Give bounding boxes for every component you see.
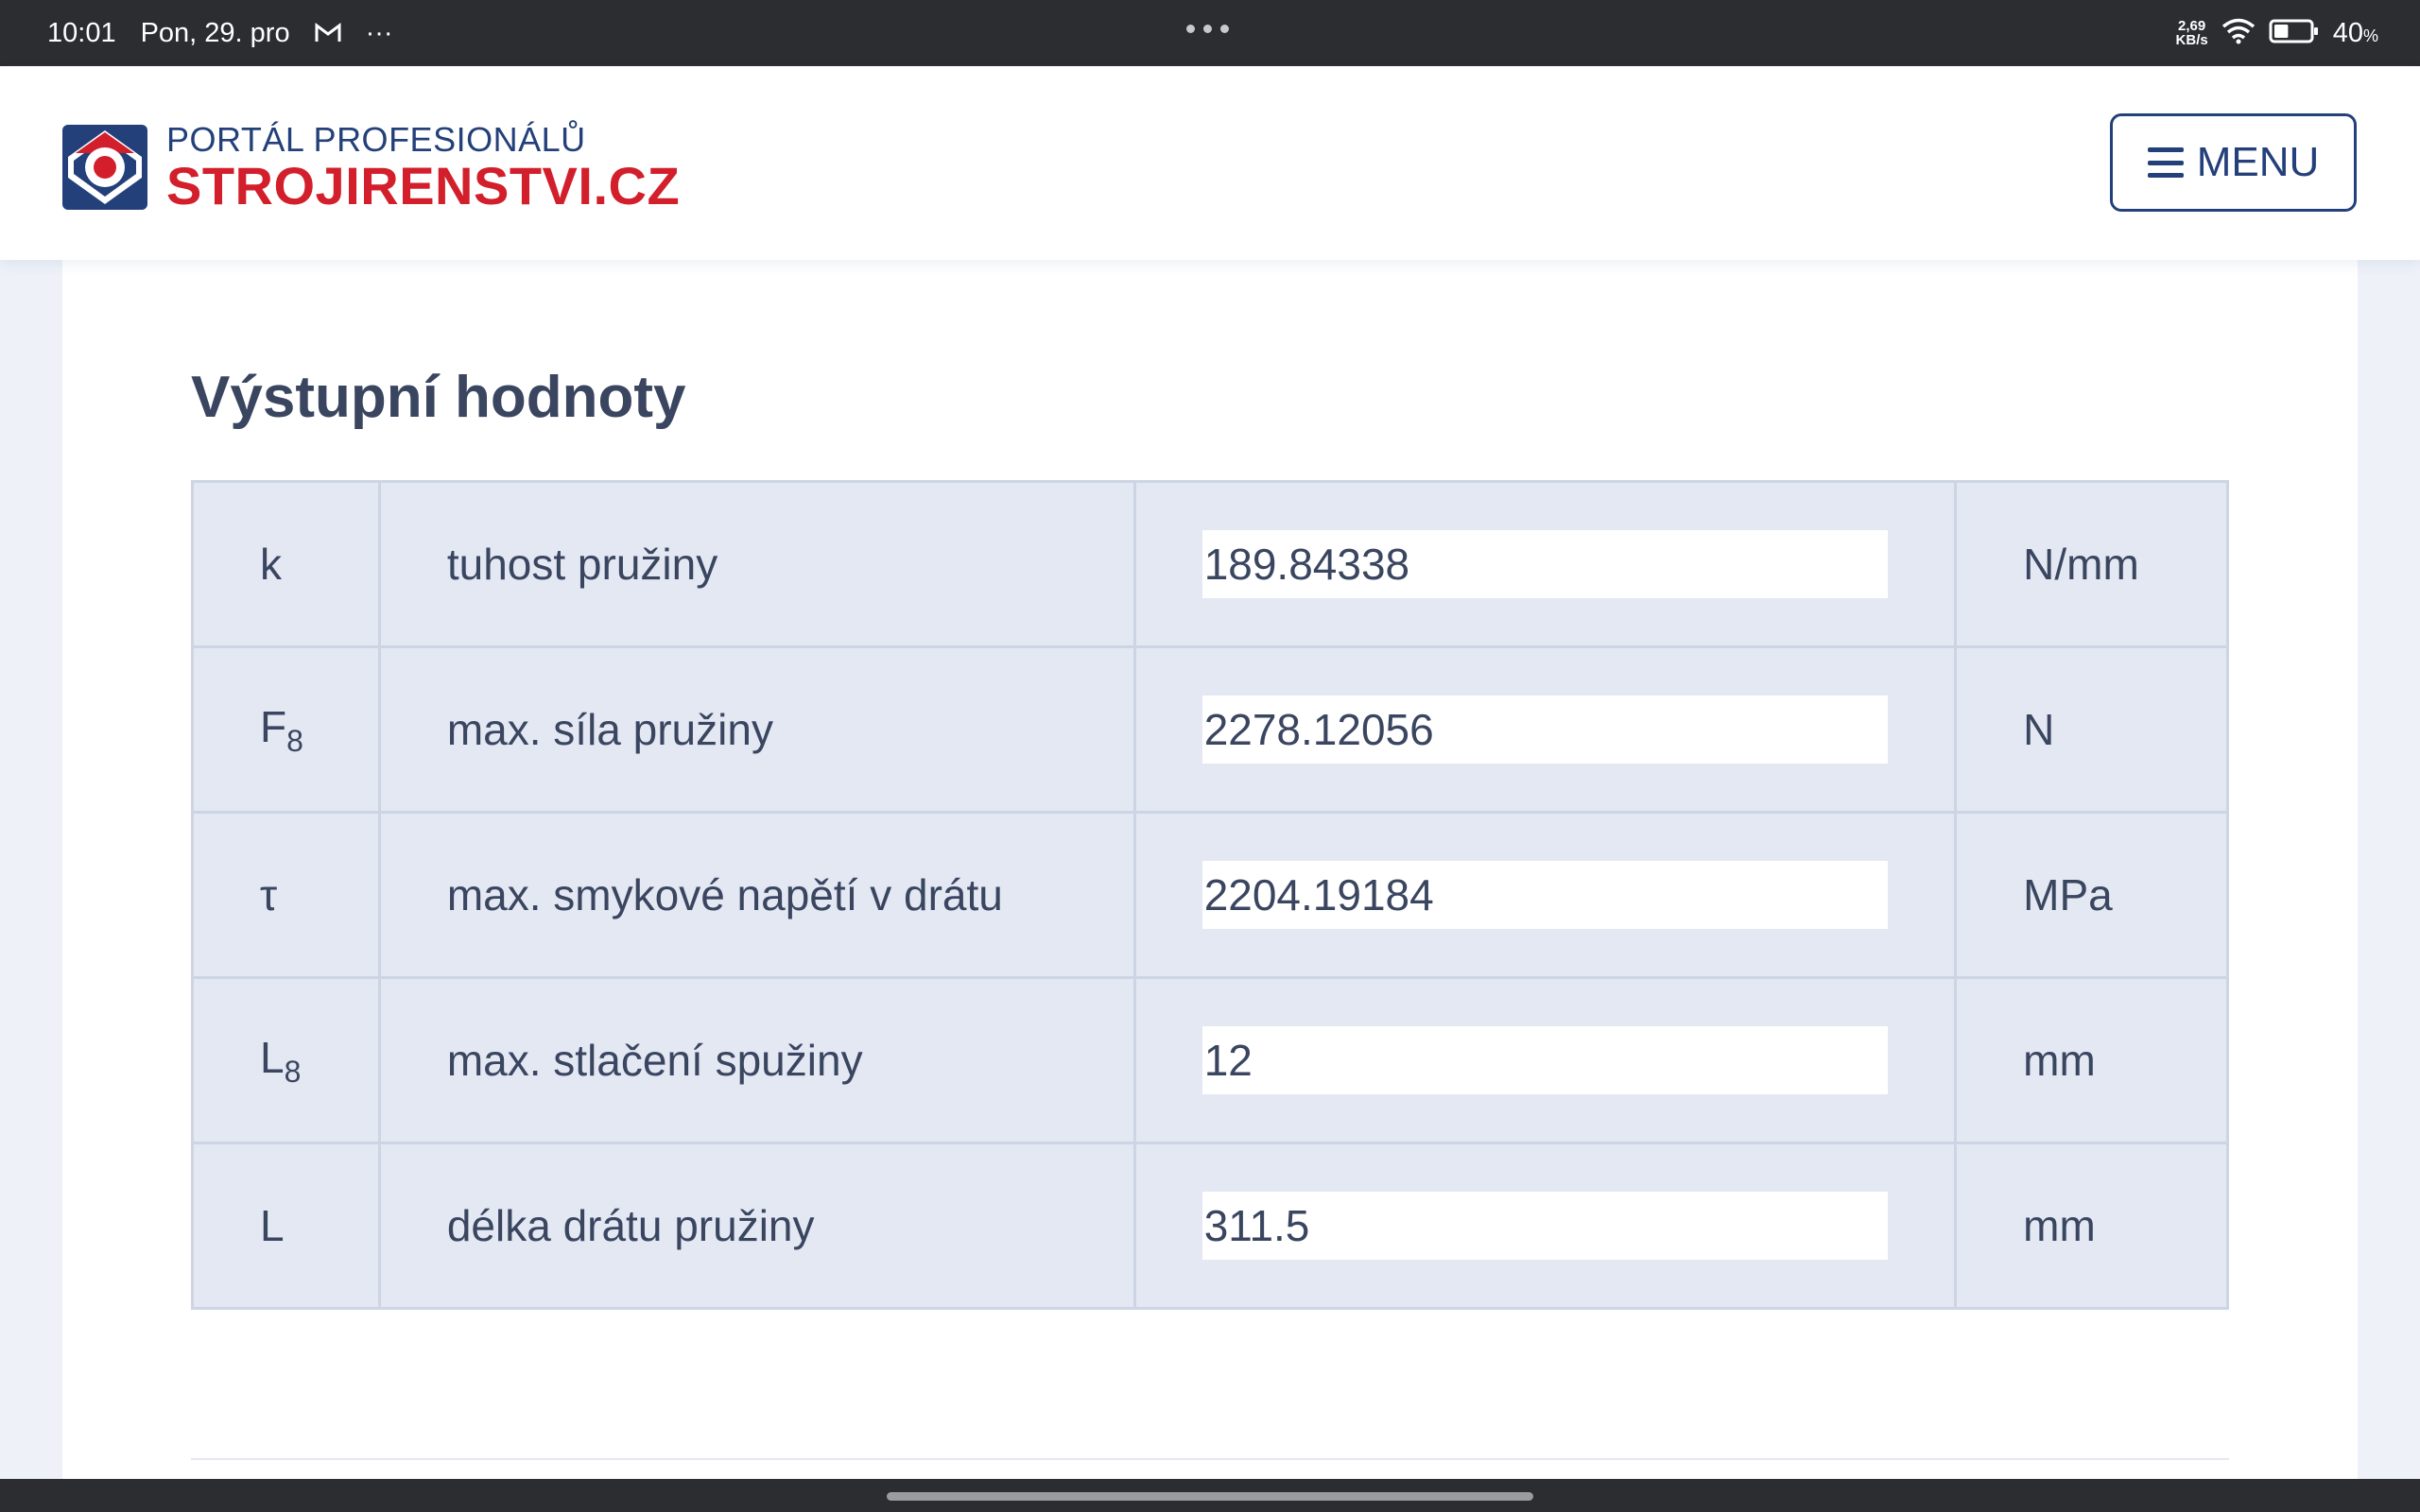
status-right: 2,69 KB/s 40% [2176, 0, 2378, 66]
row-description: délka drátu pružiny [377, 1142, 1136, 1310]
divider [191, 1458, 2229, 1460]
row-symbol: k [191, 480, 381, 648]
row-description: max. stlačení spužiny [377, 976, 1136, 1144]
row-value-field[interactable] [1201, 696, 1889, 764]
row-description: max. síla pružiny [377, 645, 1136, 814]
row-unit: mm [1954, 1142, 2229, 1310]
row-value-field[interactable] [1201, 1192, 1889, 1260]
row-description: tuhost pružiny [377, 480, 1136, 648]
row-value-cell [1132, 480, 1958, 648]
row-symbol: L [191, 1142, 381, 1310]
battery-percent: 40% [2332, 17, 2378, 48]
row-value-cell [1132, 1142, 1958, 1310]
logo-tagline: PORTÁL PROFESIONÁLŮ [166, 120, 586, 159]
row-value-field[interactable] [1201, 861, 1889, 929]
row-symbol: τ [191, 811, 381, 979]
site-logo[interactable]: PORTÁL PROFESIONÁLŮ STROJIRENSTVI.CZ [62, 121, 680, 214]
row-value-field[interactable] [1201, 530, 1889, 598]
status-date: Pon, 29. pro [140, 17, 290, 48]
menu-label: MENU [2196, 139, 2320, 185]
row-value-cell [1132, 976, 1958, 1144]
status-left: 10:01 Pon, 29. pro ··· [47, 0, 393, 66]
wifi-icon [2221, 18, 2256, 49]
table-row: L8max. stlačení spužiny mm [191, 976, 2229, 1144]
row-value-field[interactable] [1201, 1026, 1889, 1094]
row-unit: mm [1954, 976, 2229, 1144]
section-title: Výstupní hodnoty [191, 365, 686, 430]
row-description: max. smykové napětí v drátu [377, 811, 1136, 979]
row-value-cell [1132, 645, 1958, 814]
row-unit: N [1954, 645, 2229, 814]
output-values-table: ktuhost pružiny N/mm F8max. síla pružiny Nτ… [191, 480, 2229, 1310]
navigation-bar [0, 1479, 2420, 1512]
content-card: Výstupní hodnoty ktuhost pružinyN/mmF8ma… [62, 260, 2358, 1479]
window-handle-dots[interactable] [1186, 25, 1229, 33]
status-overflow: ··· [365, 17, 393, 48]
row-unit: N/mm [1954, 480, 2229, 648]
net-speed: 2,69 KB/s [2175, 18, 2208, 48]
menu-button[interactable]: MENU [2110, 113, 2357, 212]
row-symbol: F8 [191, 645, 381, 814]
status-time: 10:01 [47, 17, 116, 48]
gmail-icon [315, 23, 341, 43]
site-header: PORTÁL PROFESIONÁLŮ STROJIRENSTVI.CZ MEN… [0, 66, 2420, 260]
home-indicator[interactable] [887, 1492, 1533, 1501]
table-row: F8max. síla pružiny N [191, 645, 2229, 814]
logo-mark-icon [62, 125, 147, 210]
status-bar: 10:01 Pon, 29. pro ··· 2,69 KB/s 40% [0, 0, 2420, 66]
row-value-cell [1132, 811, 1958, 979]
table-row: τmax. smykové napětí v drátu MPa [191, 811, 2229, 979]
battery-icon [2269, 18, 2320, 49]
hamburger-icon [2147, 147, 2184, 178]
table-row: ktuhost pružiny N/mm [191, 480, 2229, 648]
row-symbol: L8 [191, 976, 381, 1144]
row-unit: MPa [1954, 811, 2229, 979]
logo-brand: STROJIRENSTVI.CZ [166, 156, 681, 215]
logo-text: PORTÁL PROFESIONÁLŮ STROJIRENSTVI.CZ [166, 121, 680, 214]
table-row: Ldélka drátu pružiny mm [191, 1142, 2229, 1310]
